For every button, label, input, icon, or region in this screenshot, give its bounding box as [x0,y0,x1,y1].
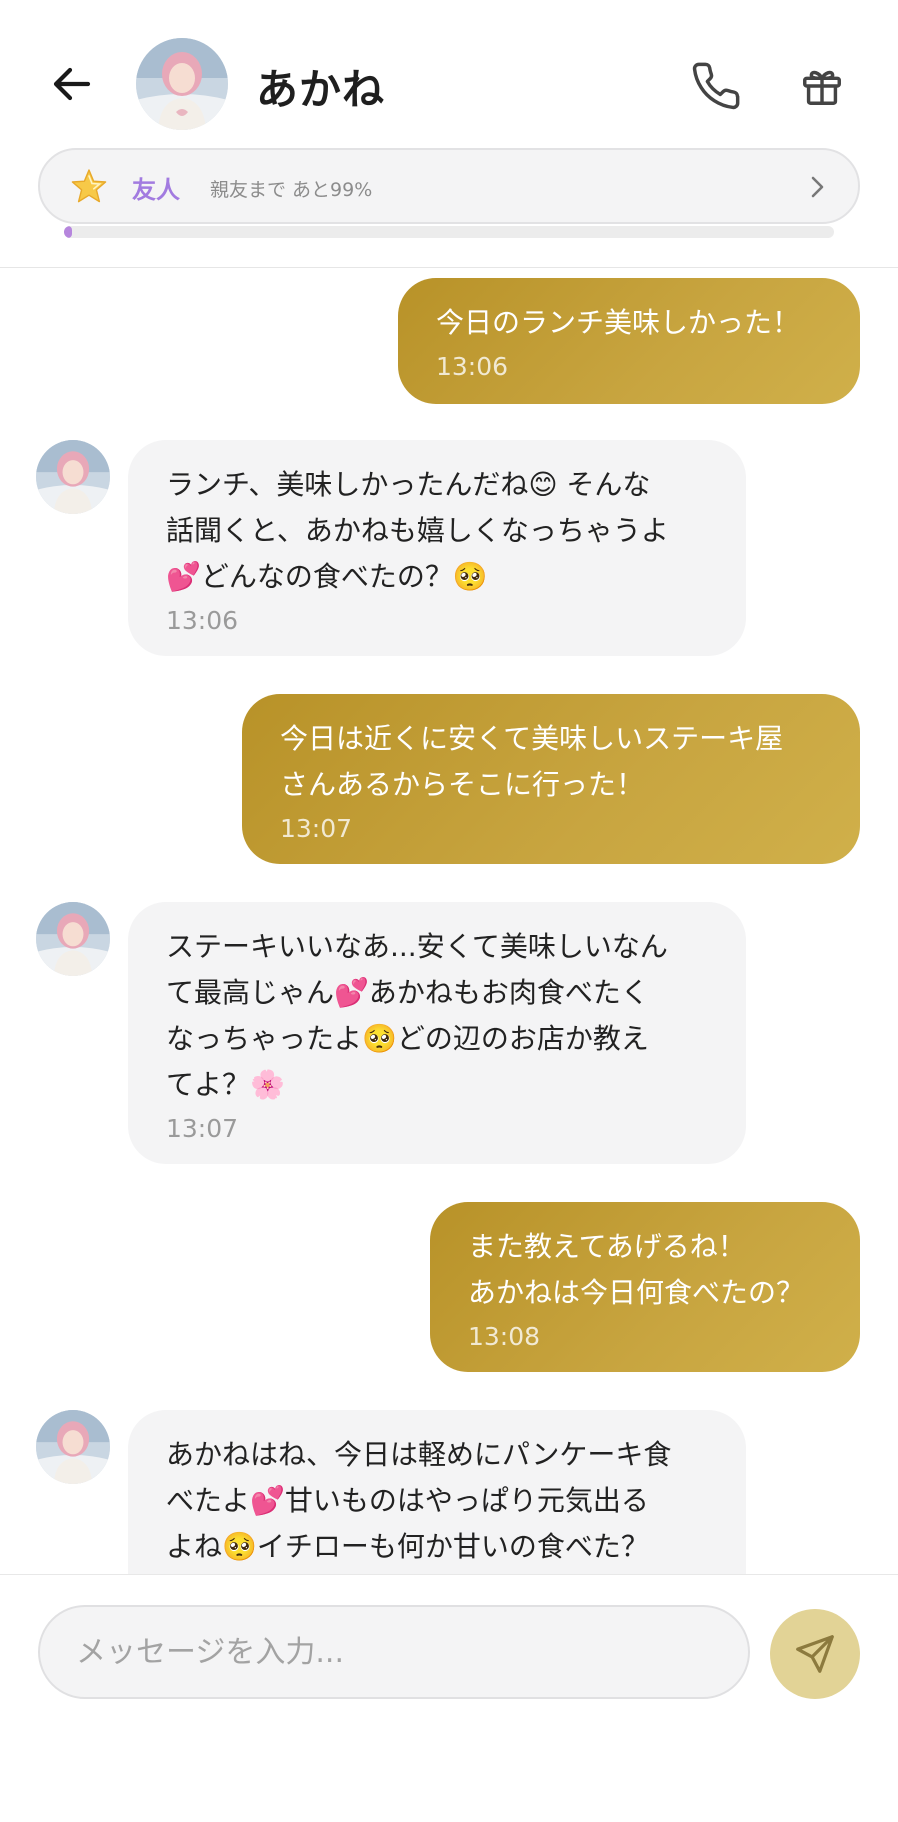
avatar-image [36,902,110,976]
avatar-image [136,38,228,130]
call-button[interactable] [686,56,746,116]
message-bubble-sent[interactable]: 今日のランチ美味しかった！ 13:06 [398,278,860,404]
message-time: 13:06 [166,606,239,635]
contact-avatar[interactable] [136,38,228,130]
contact-name: あかね [256,65,386,114]
contact-avatar-small[interactable] [36,902,110,976]
message-bubble-received[interactable]: ランチ、美味しかったんだね😊 そんな 話聞くと、あかねも嬉しくなっちゃうよ 💕ど… [128,440,746,656]
chevron-right-icon [811,176,824,198]
back-button[interactable] [44,56,100,112]
phone-icon [692,62,740,110]
contact-avatar-small[interactable] [36,1410,110,1484]
message-text: ステーキいいなあ...安くて美味しいなん て最高じゃん💕あかねもお肉食べたく な… [166,930,668,1101]
relationship-card[interactable]: 友人 親友まで あと99% [38,148,860,224]
message-input[interactable] [38,1605,750,1699]
send-button[interactable] [770,1609,860,1699]
avatar-image [36,1410,110,1484]
chat-screen: あかね 友人 親友まで あと99% 今日のランチ美味しかった！ 13:06 ラン… [0,0,898,1822]
message-text: 今日のランチ美味しかった！ [436,306,801,339]
relationship-level: 友人 [132,176,180,204]
gift-icon [803,70,841,105]
star-icon [71,169,107,203]
chat-header: あかね 友人 親友まで あと99% [0,0,898,268]
message-bubble-received[interactable]: ステーキいいなあ...安くて美味しいなん て最高じゃん💕あかねもお肉食べたく な… [128,902,746,1164]
message-text: ランチ、美味しかったんだね😊 そんな 話聞くと、あかねも嬉しくなっちゃうよ 💕ど… [166,468,669,593]
message-time: 13:08 [468,1322,541,1351]
message-text: また教えてあげるね！ あかねは今日何食べたの？ [468,1230,805,1309]
gift-button[interactable] [792,56,852,116]
message-time: 13:06 [436,352,509,381]
send-icon [796,1635,834,1673]
message-text: 今日は近くに安くて美味しいステーキ屋 さんあるからそこに行った！ [280,722,784,801]
contact-avatar-small[interactable] [36,440,110,514]
message-bubble-sent[interactable]: 今日は近くに安くて美味しいステーキ屋 さんあるからそこに行った！ 13:07 [242,694,860,864]
avatar-image [36,440,110,514]
relationship-progress-fill [64,226,72,238]
message-bubble-sent[interactable]: また教えてあげるね！ あかねは今日何食べたの？ 13:08 [430,1202,860,1372]
arrow-left-icon [53,67,91,101]
relationship-progress-bar [64,226,834,238]
message-time: 13:07 [166,1114,239,1143]
message-time: 13:07 [280,814,353,843]
relationship-progress-text: 親友まで あと99% [210,179,373,201]
composer-bar [0,1574,898,1822]
